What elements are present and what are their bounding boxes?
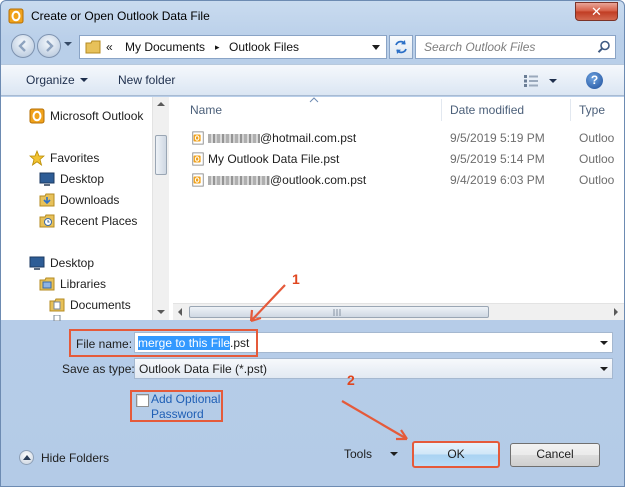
dialog-window: Create or Open Outlook Data File ✕ « My … [0, 0, 625, 487]
annotation-arrow-2 [341, 400, 408, 440]
annotation-arrow-1 [250, 284, 286, 322]
annotation-arrows [249, 284, 408, 441]
